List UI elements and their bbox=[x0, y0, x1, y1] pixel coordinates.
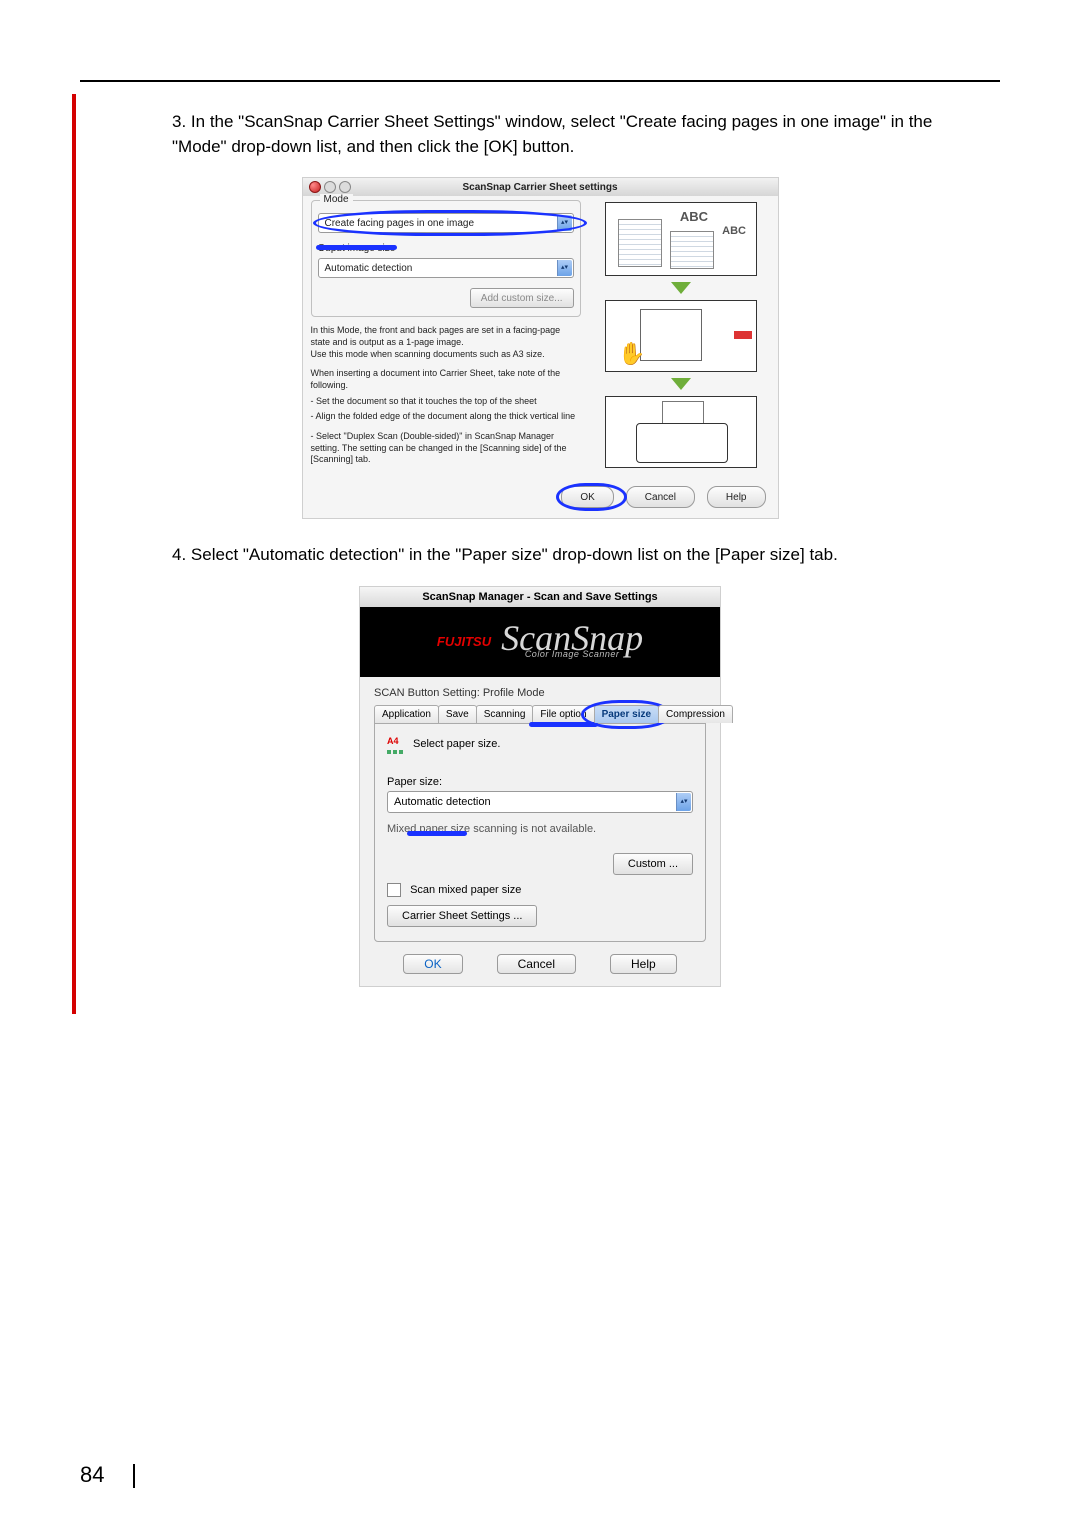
figure-carrier-sheet-settings: ScanSnap Carrier Sheet settings Mode Cre… bbox=[80, 177, 1000, 519]
tab-save[interactable]: Save bbox=[438, 705, 477, 723]
arrow-down-icon bbox=[671, 378, 691, 390]
page-number-divider bbox=[133, 1464, 135, 1488]
cancel-button[interactable]: Cancel bbox=[626, 486, 695, 508]
step-4: 4. Select "Automatic detection" in the "… bbox=[172, 543, 990, 568]
page-number-value: 84 bbox=[80, 1462, 104, 1487]
dialog-right-pane: ABC ABC ✋ bbox=[589, 196, 778, 480]
custom-button[interactable]: Custom ... bbox=[613, 853, 693, 875]
arrow-down-icon bbox=[671, 282, 691, 294]
settings-tabs: Application Save Scanning File option Pa… bbox=[374, 705, 706, 723]
profile-mode-label: SCAN Button Setting: Profile Mode bbox=[374, 687, 706, 699]
carrier-sheet-settings-button[interactable]: Carrier Sheet Settings ... bbox=[387, 905, 537, 927]
paper-size-dropdown[interactable]: Automatic detection ▴▾ bbox=[387, 791, 693, 813]
illustration-facing-pages: ABC ABC bbox=[605, 202, 757, 276]
step-3-number: 3. bbox=[172, 112, 186, 131]
scansnap-logo: ScanSnap Color Image Scanner bbox=[501, 626, 643, 657]
mode-dropdown[interactable]: Create facing pages in one image ▴▾ bbox=[318, 213, 574, 233]
info-insert-note: When inserting a document into Carrier S… bbox=[311, 368, 581, 391]
paper-size-field-label: Paper size: bbox=[387, 776, 693, 788]
top-rule bbox=[80, 80, 1000, 82]
step-4-text: Select "Automatic detection" in the "Pap… bbox=[191, 545, 838, 564]
section-red-bar bbox=[72, 94, 76, 1014]
mode-dropdown-value: Create facing pages in one image bbox=[325, 218, 475, 229]
mode-label: Mode bbox=[320, 194, 353, 205]
page-number: 84 bbox=[80, 1462, 135, 1488]
brand-banner: FUJITSU ScanSnap Color Image Scanner bbox=[360, 607, 720, 677]
dialog-left-pane: Mode Create facing pages in one image ▴▾… bbox=[303, 196, 589, 480]
dialog-footer: OK Cancel Help bbox=[303, 480, 778, 518]
abc-label-small: ABC bbox=[722, 225, 746, 237]
mixed-not-available-note: Mixed paper size scanning is not availab… bbox=[387, 823, 693, 835]
info-mode-description: In this Mode, the front and back pages a… bbox=[311, 325, 581, 360]
step-3: 3. In the "ScanSnap Carrier Sheet Settin… bbox=[172, 110, 990, 159]
scan-mixed-label: Scan mixed paper size bbox=[410, 884, 521, 896]
dialog2-title: ScanSnap Manager - Scan and Save Setting… bbox=[360, 587, 720, 607]
dropdown-arrows-icon: ▴▾ bbox=[557, 215, 572, 231]
dialog-titlebar: ScanSnap Carrier Sheet settings bbox=[303, 178, 778, 196]
illustration-scanner bbox=[605, 396, 757, 468]
tab-compression-label: Compression bbox=[666, 709, 725, 720]
mode-fieldset: Mode Create facing pages in one image ▴▾… bbox=[311, 200, 581, 317]
scan-save-dialog: ScanSnap Manager - Scan and Save Setting… bbox=[359, 586, 721, 987]
scan-mixed-checkbox[interactable] bbox=[387, 883, 401, 897]
ok-button[interactable]: OK bbox=[403, 954, 462, 974]
output-size-label: Ouput image size bbox=[318, 243, 396, 254]
fujitsu-logo: FUJITSU bbox=[437, 634, 491, 649]
output-size-value: Automatic detection bbox=[325, 263, 413, 274]
select-paper-label: Select paper size. bbox=[413, 738, 500, 750]
info-bullet-1: - Set the document so that it touches th… bbox=[311, 396, 581, 408]
dialog-title: ScanSnap Carrier Sheet settings bbox=[303, 182, 778, 193]
dialog2-footer: OK Cancel Help bbox=[360, 948, 720, 986]
dropdown-arrows-icon: ▴▾ bbox=[557, 260, 572, 276]
info-bullet-2: - Align the folded edge of the document … bbox=[311, 411, 581, 423]
figure-scan-save-settings: ScanSnap Manager - Scan and Save Setting… bbox=[80, 586, 1000, 987]
abc-label-large: ABC bbox=[680, 209, 708, 224]
help-button[interactable]: Help bbox=[610, 954, 677, 974]
help-button[interactable]: Help bbox=[707, 486, 766, 508]
step-3-text: In the "ScanSnap Carrier Sheet Settings"… bbox=[172, 112, 932, 156]
paper-size-icon bbox=[387, 734, 405, 754]
carrier-sheet-dialog: ScanSnap Carrier Sheet settings Mode Cre… bbox=[302, 177, 779, 519]
cancel-button[interactable]: Cancel bbox=[497, 954, 576, 974]
ok-button[interactable]: OK bbox=[561, 486, 613, 508]
tab-compression[interactable]: Compression bbox=[658, 705, 733, 723]
illustration-fold-document: ✋ bbox=[605, 300, 757, 372]
info-duplex: - Select "Duplex Scan (Double-sided)" in… bbox=[311, 431, 581, 466]
highlight-mark bbox=[407, 831, 467, 836]
tab-file-option[interactable]: File option bbox=[532, 705, 594, 723]
dropdown-arrows-icon: ▴▾ bbox=[676, 793, 691, 811]
step-4-number: 4. bbox=[172, 545, 186, 564]
document-page: 3. In the "ScanSnap Carrier Sheet Settin… bbox=[0, 0, 1080, 1528]
output-size-dropdown[interactable]: Automatic detection ▴▾ bbox=[318, 258, 574, 278]
paper-size-value: Automatic detection bbox=[394, 796, 491, 808]
paper-size-pane: Select paper size. Paper size: Automatic… bbox=[374, 723, 706, 942]
tab-scanning[interactable]: Scanning bbox=[476, 705, 534, 723]
tab-paper-size[interactable]: Paper size bbox=[594, 705, 659, 723]
tab-application[interactable]: Application bbox=[374, 705, 439, 723]
add-custom-size-button[interactable]: Add custom size... bbox=[470, 288, 574, 308]
